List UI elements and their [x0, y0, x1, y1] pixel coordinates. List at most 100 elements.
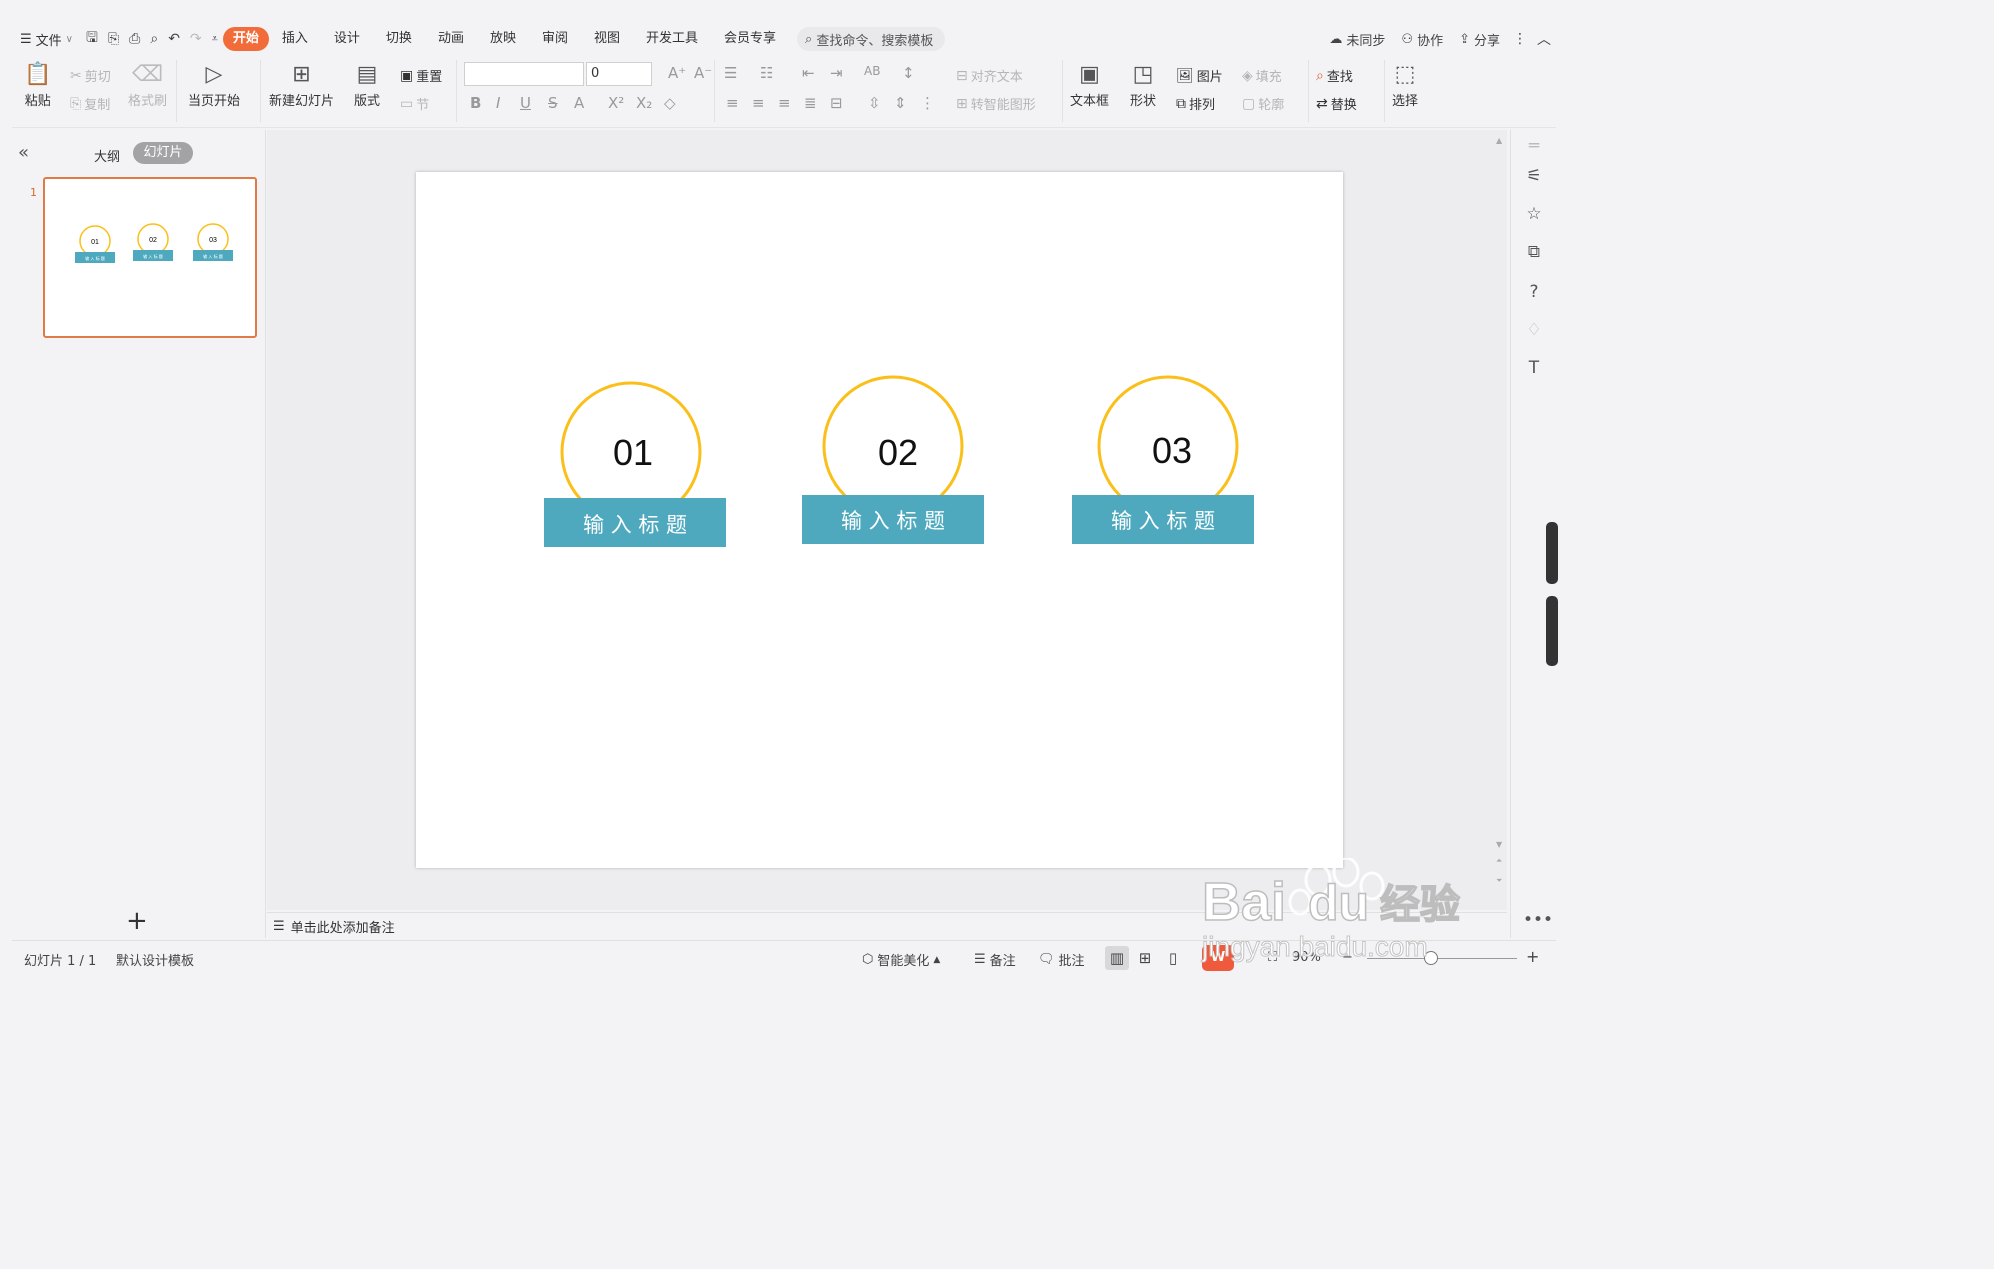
- line-spacing-icon[interactable]: ⇳: [868, 94, 881, 112]
- redo-icon[interactable]: ↷: [185, 31, 207, 47]
- vertical-scrollbar[interactable]: ▲ ▼ ⏶ ⏷: [1493, 136, 1507, 896]
- collaborate-button[interactable]: ⚇ 协作: [1393, 27, 1451, 51]
- font-color-icon[interactable]: A: [574, 94, 584, 112]
- smart-beautify-button[interactable]: ⬡ 智能美化 ▲: [862, 950, 940, 969]
- textbox-button[interactable]: ▣ 文本框: [1070, 60, 1109, 109]
- notes-toggle-button[interactable]: ☰ 备注: [974, 950, 1016, 969]
- collapse-panel-icon[interactable]: «: [18, 142, 29, 163]
- clear-format-icon[interactable]: ◇: [664, 94, 676, 112]
- align-center-icon[interactable]: ≡: [752, 94, 765, 112]
- copy-button[interactable]: ⎘ 复制: [70, 94, 110, 114]
- slide-sorter-icon[interactable]: ⊞: [1133, 946, 1157, 970]
- tab-animations[interactable]: 动画: [425, 27, 477, 51]
- cut-button[interactable]: ✂ 剪切: [70, 66, 111, 86]
- increase-font-icon[interactable]: A⁺: [668, 64, 686, 82]
- sort-icon[interactable]: ↕: [902, 64, 915, 82]
- slide-item-2[interactable]: 02 输 入 标 题: [802, 375, 984, 544]
- distribute-icon[interactable]: ⊟: [830, 94, 843, 112]
- select-button[interactable]: ⬚ 选择: [1392, 60, 1418, 109]
- tab-insert[interactable]: 插入: [269, 27, 321, 51]
- zoom-slider-knob[interactable]: [1424, 951, 1438, 965]
- tab-design[interactable]: 设计: [321, 27, 373, 51]
- arrange-button[interactable]: ⧉ 排列: [1176, 94, 1215, 114]
- undo-icon[interactable]: ↶: [163, 31, 185, 47]
- fit-window-icon[interactable]: ⛶: [1268, 950, 1277, 965]
- zoom-level[interactable]: 90%: [1292, 950, 1321, 965]
- outline-button[interactable]: ▢ 轮廓: [1242, 94, 1284, 114]
- collapse-ribbon-icon[interactable]: ︿: [1532, 29, 1556, 49]
- align-left-icon[interactable]: ≡: [726, 94, 739, 112]
- prev-slide-icon[interactable]: ⏶: [1496, 856, 1502, 866]
- zoom-out-icon[interactable]: −: [1342, 950, 1353, 965]
- tab-view[interactable]: 视图: [581, 27, 633, 51]
- help-icon[interactable]: ?: [1523, 282, 1545, 302]
- font-family-select[interactable]: [464, 62, 584, 86]
- strikethrough-icon[interactable]: S: [548, 94, 558, 112]
- save-icon[interactable]: 🖫: [81, 27, 103, 51]
- template-name[interactable]: 默认设计模板: [116, 950, 194, 969]
- wps-logo[interactable]: W: [1202, 945, 1234, 971]
- text-icon[interactable]: T: [1523, 358, 1545, 378]
- tab-home[interactable]: 开始: [222, 27, 269, 51]
- subscript-icon[interactable]: X₂: [636, 94, 652, 112]
- smart-shape-button[interactable]: ⊞ 转智能图形: [956, 94, 1036, 114]
- find-button[interactable]: ⌕ 查找: [1316, 66, 1353, 86]
- shape-button[interactable]: ◳ 形状: [1130, 60, 1156, 109]
- tab-transitions[interactable]: 切换: [373, 27, 425, 51]
- print-icon[interactable]: ⎙: [124, 31, 145, 47]
- paste-button[interactable]: 📋 粘贴: [24, 60, 51, 109]
- file-menu[interactable]: ☰ 文件 ∨: [12, 27, 81, 51]
- fill-button[interactable]: ◈ 填充: [1242, 66, 1282, 86]
- scroll-up-icon[interactable]: ▲: [1496, 136, 1502, 145]
- slide-item-3[interactable]: 03 输 入 标 题: [1072, 375, 1254, 544]
- replace-button[interactable]: ⇄ 替换: [1316, 94, 1357, 114]
- superscript-icon[interactable]: X²: [608, 94, 624, 112]
- tab-slides[interactable]: 幻灯片: [133, 142, 193, 164]
- text-direction-icon[interactable]: AB: [864, 64, 880, 78]
- more-vertical-icon[interactable]: ⋮: [1508, 31, 1532, 47]
- slide-thumbnail[interactable]: 01 输 入 标 题 02 输 入 标 题 03 输 入 标 题: [43, 177, 257, 338]
- side-handle-lower[interactable]: [1546, 596, 1558, 666]
- justify-icon[interactable]: ≣: [804, 94, 817, 112]
- format-painter-button[interactable]: ⌫ 格式刷: [128, 60, 167, 109]
- underline-icon[interactable]: U: [520, 94, 531, 112]
- columns-icon[interactable]: ⋮: [920, 94, 935, 112]
- tab-slideshow[interactable]: 放映: [477, 27, 529, 51]
- tab-review[interactable]: 审阅: [529, 27, 581, 51]
- lightbulb-icon[interactable]: ♢: [1523, 320, 1545, 340]
- slide-item-1[interactable]: 01 输 入 标 题: [544, 381, 726, 547]
- picture-button[interactable]: 🖼 图片: [1176, 66, 1223, 86]
- sync-status[interactable]: ☁ 未同步: [1321, 27, 1393, 51]
- copy-slide-icon[interactable]: ⧉: [1523, 242, 1545, 262]
- tab-outline[interactable]: 大纲: [94, 146, 120, 165]
- new-slide-button[interactable]: ⊞ 新建幻灯片: [269, 60, 334, 109]
- quick-access-dropdown-icon[interactable]: ⩡: [207, 32, 223, 46]
- paragraph-spacing-icon[interactable]: ⇕: [894, 94, 907, 112]
- side-handle-upper[interactable]: [1546, 522, 1558, 584]
- star-icon[interactable]: ☆: [1523, 204, 1545, 224]
- reset-button[interactable]: ▣ 重置: [400, 66, 442, 86]
- command-search[interactable]: ⌕ 查找命令、搜索模板: [797, 27, 946, 51]
- notes-area[interactable]: ☰ 单击此处添加备注: [267, 912, 1507, 940]
- play-current-button[interactable]: ▷ 当页开始: [188, 60, 240, 109]
- section-button[interactable]: ▭ 节: [400, 94, 429, 114]
- share-button[interactable]: ⇪ 分享: [1451, 27, 1508, 51]
- bullet-list-icon[interactable]: ☰: [724, 64, 737, 82]
- decrease-indent-icon[interactable]: ⇤: [802, 64, 815, 82]
- export-icon[interactable]: ⎘: [103, 31, 124, 47]
- zoom-slider-track[interactable]: [1367, 958, 1517, 959]
- align-text-button[interactable]: ⊟ 对齐文本: [956, 66, 1023, 86]
- layout-button[interactable]: ▤ 版式: [354, 60, 380, 109]
- next-slide-icon[interactable]: ⏷: [1496, 876, 1502, 886]
- align-right-icon[interactable]: ≡: [778, 94, 791, 112]
- zoom-in-icon[interactable]: +: [1526, 947, 1539, 966]
- scroll-down-icon[interactable]: ▼: [1496, 840, 1502, 849]
- print-preview-icon[interactable]: ⌕: [145, 31, 163, 47]
- add-slide-icon[interactable]: +: [126, 906, 148, 936]
- reading-view-icon[interactable]: ▯: [1161, 946, 1185, 970]
- tab-developer[interactable]: 开发工具: [633, 27, 711, 51]
- properties-icon[interactable]: ⚟: [1523, 166, 1545, 186]
- font-size-select[interactable]: 0: [586, 62, 652, 86]
- more-horizontal-icon[interactable]: •••: [1523, 910, 1553, 930]
- tab-member[interactable]: 会员专享: [711, 27, 789, 51]
